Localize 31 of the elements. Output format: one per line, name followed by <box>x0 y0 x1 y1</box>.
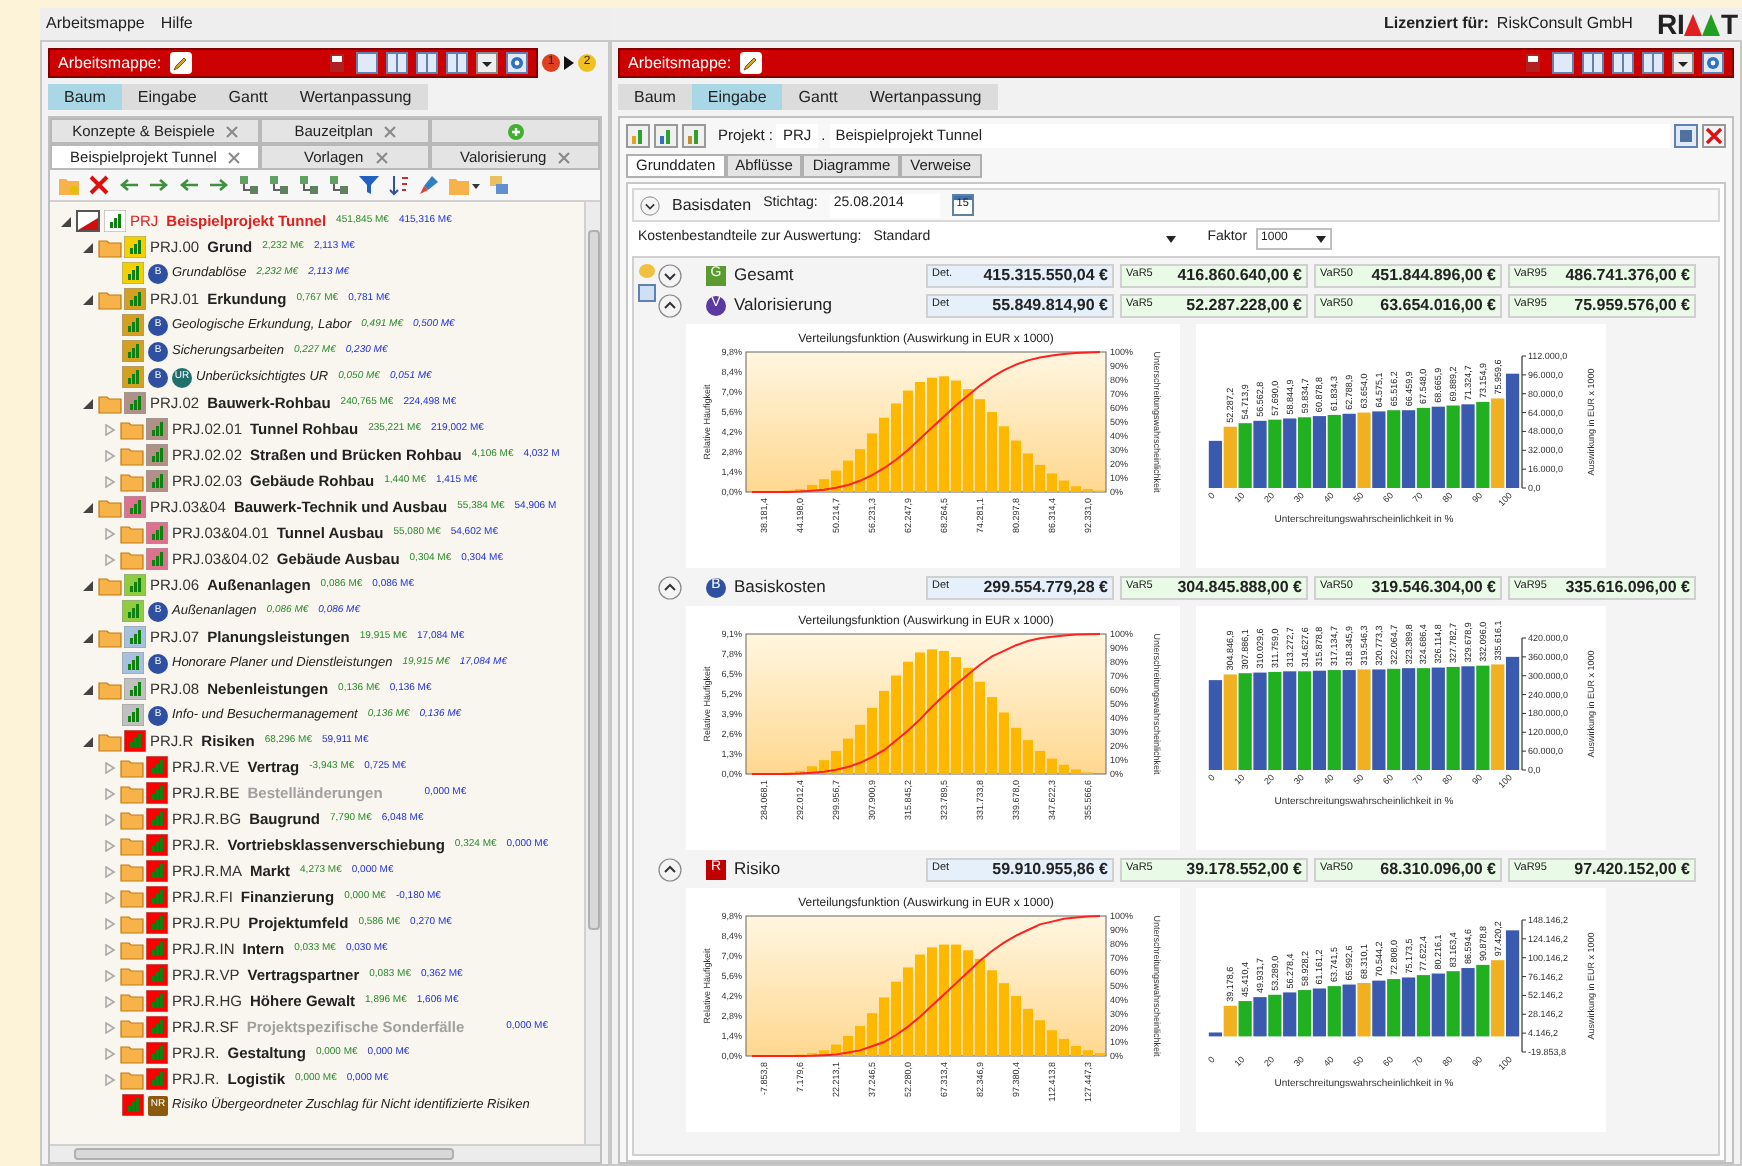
header-title: Arbeitsmappe: <box>58 51 162 75</box>
value-amount: 52.287.228,00 € <box>1186 293 1302 317</box>
category-name: Valorisierung <box>734 292 834 318</box>
header-title: Arbeitsmappe: <box>628 51 732 75</box>
value-amount: 97.420.152,00 € <box>1574 857 1690 881</box>
logo-text: T <box>1720 10 1738 38</box>
license-holder: RiskConsult GmbH <box>1496 12 1633 36</box>
value-amount: 451.844.896,00 € <box>1371 263 1496 287</box>
category-name: Basiskosten <box>734 574 828 600</box>
value-amount: 75.959.576,00 € <box>1574 293 1690 317</box>
value-amount: 304.845.888,00 € <box>1177 575 1302 599</box>
value-amount: 63.654.016,00 € <box>1380 293 1496 317</box>
license-label: Lizenziert für: <box>1383 12 1489 36</box>
category-name: Risiko <box>734 856 783 882</box>
value-amount: 299.554.779,28 € <box>983 575 1108 599</box>
value-amount: 335.616.096,00 € <box>1565 575 1690 599</box>
category-name: Gesamt <box>734 262 796 288</box>
section-title: Basisdaten <box>672 193 752 217</box>
menu-item[interactable]: Arbeitsmappe <box>46 12 145 36</box>
value-amount: 68.310.096,00 € <box>1380 857 1496 881</box>
value-amount: 55.849.814,90 € <box>992 293 1108 317</box>
value-amount: 486.741.376,00 € <box>1565 263 1690 287</box>
view-tab[interactable]: Eingabe <box>691 84 783 110</box>
value-amount: 319.546.304,00 € <box>1371 575 1496 599</box>
logo-text: RI <box>1656 10 1685 38</box>
view-tab[interactable]: Baum <box>48 84 122 110</box>
value-amount: 39.178.552,00 € <box>1186 857 1302 881</box>
value-amount: 415.315.550,04 € <box>983 263 1108 287</box>
value-amount: 59.910.955,86 € <box>992 857 1108 881</box>
value-amount: 416.860.640,00 € <box>1177 263 1302 287</box>
menu-item[interactable]: Hilfe <box>160 12 193 36</box>
